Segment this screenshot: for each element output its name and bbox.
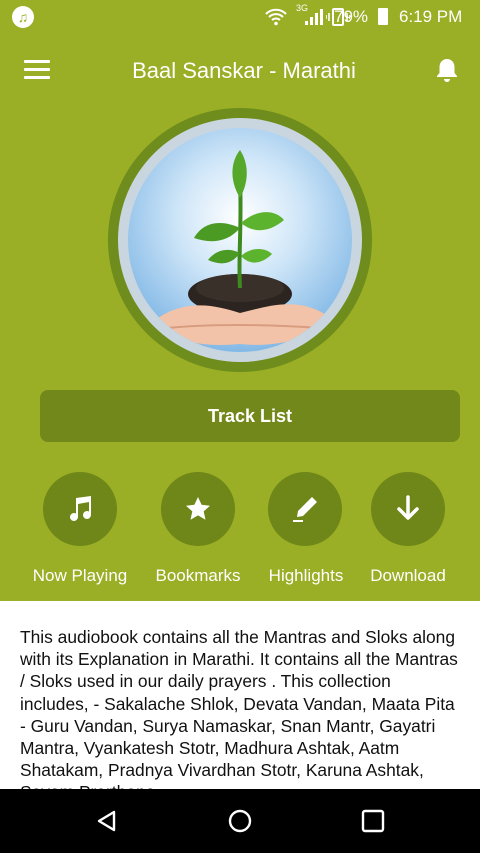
description-text: This audiobook contains all the Mantras … (20, 627, 458, 789)
signal-icon (305, 9, 323, 25)
back-icon[interactable] (95, 809, 119, 833)
music-notification-icon: ♫ (12, 6, 34, 28)
battery-icon (378, 8, 388, 25)
bookmarks-button[interactable] (161, 472, 235, 546)
bookmarks-label[interactable]: Bookmarks (138, 566, 258, 586)
star-icon (186, 497, 210, 520)
hero-image (108, 108, 372, 372)
music-note-icon (70, 496, 91, 521)
battery-percent: 79% (334, 7, 369, 26)
description-panel[interactable]: This audiobook contains all the Mantras … (0, 601, 480, 789)
pen-icon (293, 497, 317, 522)
plant-in-hands-image (128, 128, 352, 352)
status-time: 6:19 PM (399, 7, 463, 26)
arrow-down-icon (397, 495, 419, 520)
navigation-bar (0, 789, 480, 853)
now-playing-button[interactable] (43, 472, 117, 546)
status-bar: ♫ 3G 79% 6:19 PM (0, 0, 480, 34)
now-playing-label[interactable]: Now Playing (20, 566, 140, 586)
app-bar: Baal Sanskar - Marathi (0, 34, 480, 106)
download-button[interactable] (371, 472, 445, 546)
track-list-button[interactable]: Track List (40, 390, 460, 442)
download-label[interactable]: Download (348, 566, 468, 586)
recents-icon[interactable] (361, 809, 385, 833)
app-title: Baal Sanskar - Marathi (132, 58, 356, 83)
highlights-button[interactable] (268, 472, 342, 546)
bell-icon[interactable] (434, 56, 460, 84)
wifi-icon (265, 8, 287, 26)
home-icon[interactable] (227, 808, 253, 834)
